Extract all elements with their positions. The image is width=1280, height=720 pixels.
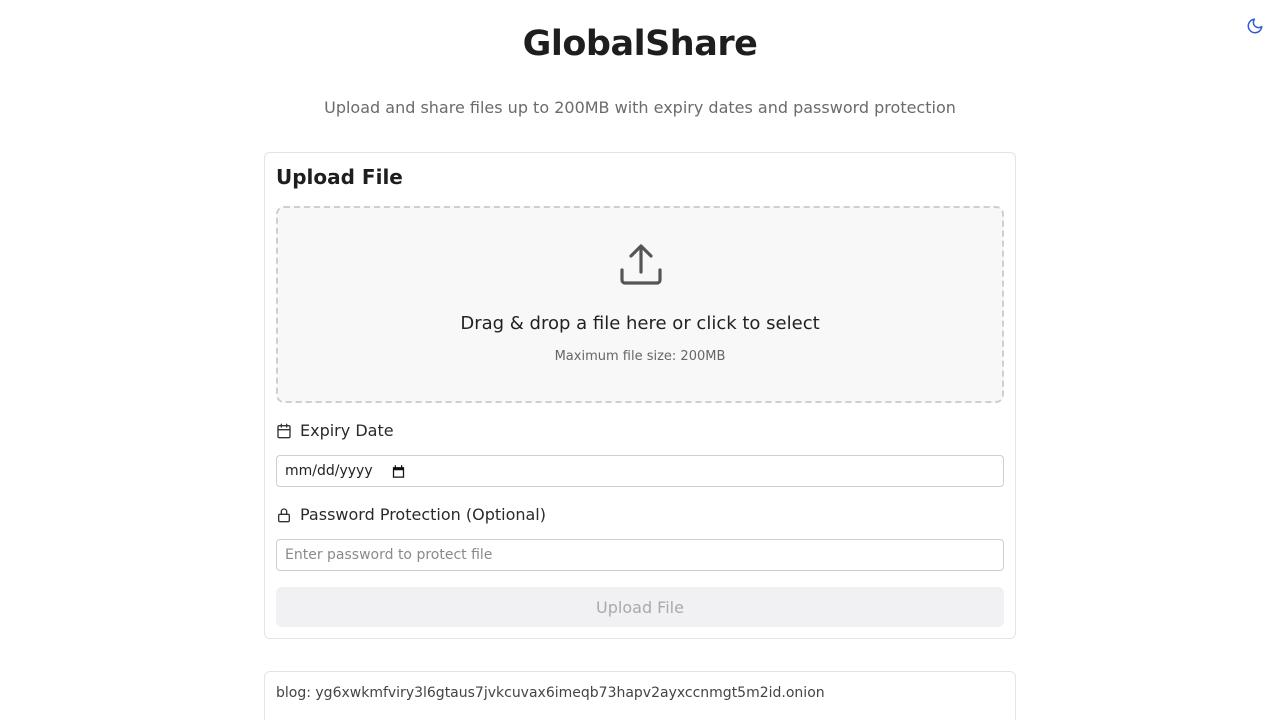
dropzone-instruction: Drag & drop a file here or click to sele…	[460, 313, 820, 334]
expiry-date-value: mm/dd/yyyy	[285, 463, 373, 479]
calendar-picker-icon	[392, 464, 404, 478]
upload-card: Upload File Drag & drop a file here or c…	[264, 152, 1016, 639]
file-dropzone[interactable]: Drag & drop a file here or click to sele…	[276, 206, 1004, 403]
footer-onion-link: blog: yg6xwkmfviry3l6gtaus7jvkcuvax6imeq…	[276, 685, 825, 701]
password-label-text: Password Protection (Optional)	[300, 505, 546, 524]
password-input[interactable]	[276, 539, 1004, 571]
footer-card: blog: yg6xwkmfviry3l6gtaus7jvkcuvax6imeq…	[264, 671, 1016, 720]
password-label: Password Protection (Optional)	[276, 504, 546, 526]
app-subtitle: Upload and share files up to 200MB with …	[324, 98, 956, 117]
expiry-date-label: Expiry Date	[276, 420, 394, 442]
calendar-icon	[277, 423, 291, 439]
lock-icon	[278, 508, 290, 523]
dropzone-size-limit: Maximum file size: 200MB	[554, 349, 726, 364]
app-title: GlobalShare	[522, 24, 758, 64]
upload-card-title: Upload File	[276, 165, 403, 189]
upload-icon	[620, 244, 662, 285]
date-picker-button[interactable]	[391, 464, 406, 479]
expiry-date-input[interactable]: mm/dd/yyyy	[276, 455, 1004, 487]
upload-file-button[interactable]: Upload File	[276, 587, 1004, 627]
expiry-date-label-text: Expiry Date	[300, 421, 394, 440]
